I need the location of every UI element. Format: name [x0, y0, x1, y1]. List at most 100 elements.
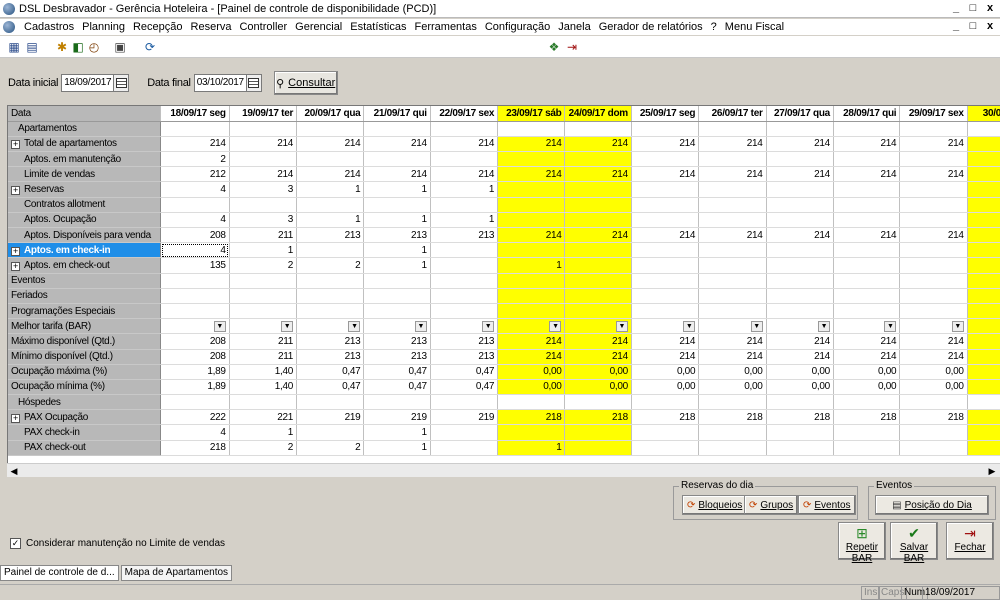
grid-cell[interactable] — [363, 288, 431, 304]
grid-cell[interactable]: 0,00 — [497, 364, 566, 380]
grid-cell[interactable] — [833, 197, 901, 213]
grid-cell[interactable]: 214 — [497, 136, 566, 153]
chevron-down-icon[interactable]: ▼ — [615, 320, 628, 332]
grid-cell[interactable] — [967, 181, 1000, 198]
grid-cell[interactable] — [833, 288, 901, 304]
grid-cell[interactable] — [564, 197, 632, 213]
maintenance-check-row[interactable]: ✓ Considerar manutenção no Limite de ven… — [10, 538, 225, 549]
grid-cell[interactable] — [497, 288, 566, 304]
grid-cell[interactable] — [698, 288, 767, 304]
maintenance-checkbox[interactable]: ✓ — [10, 538, 21, 549]
grid-cell[interactable]: 0,00 — [766, 364, 834, 380]
grid-cell[interactable] — [631, 288, 700, 304]
report-icon[interactable]: ▣ — [112, 39, 128, 55]
grid-cell[interactable] — [296, 288, 365, 304]
grid-cell[interactable] — [899, 197, 968, 213]
bar-rate-select[interactable]: ▼ — [766, 318, 834, 335]
grid-cell[interactable] — [766, 424, 834, 441]
grid-cell[interactable] — [631, 212, 700, 229]
grid-column-header[interactable]: 27/09/17 qua — [766, 106, 834, 122]
grid-cell[interactable]: 1 — [363, 242, 431, 259]
grid-cell[interactable] — [967, 409, 1000, 426]
grid-cell[interactable] — [631, 181, 700, 198]
grid-cell[interactable]: 1 — [229, 242, 298, 259]
grid-cell[interactable]: 2 — [229, 257, 298, 274]
grid-cell[interactable]: 214 — [564, 349, 632, 365]
refresh-icon[interactable]: ⟳ — [142, 39, 158, 55]
table-row[interactable]: + PAX Ocupação 222 221 219 219 219 218 218 218 218… — [8, 409, 1000, 426]
chevron-down-icon[interactable]: ▼ — [951, 320, 964, 332]
grid-cell[interactable] — [631, 303, 700, 320]
menu-planning[interactable]: Planning — [78, 21, 129, 33]
grid-cell[interactable] — [833, 257, 901, 274]
grid-column-header[interactable]: 20/09/17 qua — [296, 106, 365, 122]
grid-cell[interactable]: 214 — [497, 227, 566, 244]
grid-cell[interactable] — [698, 212, 767, 229]
grid-cell[interactable] — [833, 151, 901, 168]
grid-cell[interactable] — [899, 303, 968, 320]
grid-cell[interactable]: 0,47 — [296, 364, 365, 380]
grid-cell[interactable] — [967, 242, 1000, 259]
grid-cell[interactable]: 214 — [229, 136, 298, 153]
grid-cell[interactable]: 214 — [363, 136, 431, 153]
grupos-button[interactable]: ⟳ Grupos — [744, 495, 799, 515]
grid-cell[interactable]: 222 — [160, 409, 230, 426]
grid-cell[interactable]: 1,40 — [229, 379, 298, 396]
grid-cell[interactable]: 1 — [296, 181, 365, 198]
grid-cell[interactable]: 2 — [296, 257, 365, 274]
grid-cell[interactable] — [296, 197, 365, 213]
table-row[interactable]: PAX check-out 218 2 2 1 1 — [8, 440, 1000, 456]
grid-cell[interactable]: 218 — [564, 409, 632, 426]
doc-close-button[interactable]: x — [982, 19, 998, 34]
grid-cell[interactable]: 213 — [296, 349, 365, 365]
grid-cell[interactable] — [229, 151, 298, 168]
grid-cell[interactable] — [967, 303, 1000, 320]
bar-rate-select[interactable]: ▼ — [296, 318, 365, 335]
grid-cell[interactable]: 213 — [363, 349, 431, 365]
clock-icon[interactable]: ◴ — [86, 39, 102, 55]
grid-cell[interactable]: 0,00 — [833, 364, 901, 380]
grid-column-header[interactable]: 24/09/17 dom — [564, 106, 632, 122]
grid-cell[interactable] — [967, 257, 1000, 274]
grid-cell[interactable] — [833, 273, 901, 289]
grid-cell[interactable] — [631, 273, 700, 289]
grid-cell[interactable]: 219 — [296, 409, 365, 426]
bar-rate-select[interactable]: ▼ — [497, 318, 566, 335]
grid-cell[interactable] — [766, 212, 834, 229]
grid-cell[interactable] — [899, 440, 968, 456]
grid-cell[interactable]: 214 — [833, 136, 901, 153]
grid-cell[interactable]: 4 — [160, 212, 230, 229]
grid-cell[interactable] — [899, 257, 968, 274]
table-row[interactable]: Hóspedes — [8, 394, 1000, 411]
table-row[interactable]: Mínimo disponível (Qtd.) 208 211 213 213 213 2… — [8, 349, 1000, 365]
grid-cell[interactable] — [899, 242, 968, 259]
grid-cell[interactable] — [564, 288, 632, 304]
grid-cell[interactable] — [766, 288, 834, 304]
menu-janela[interactable]: Janela — [554, 21, 594, 33]
grid-cell[interactable] — [899, 181, 968, 198]
grid-cell[interactable]: 208 — [160, 333, 230, 350]
grid-cell[interactable]: 1 — [363, 424, 431, 441]
grid-cell[interactable]: 2 — [296, 440, 365, 456]
document-icon[interactable] — [3, 21, 15, 33]
grid-cell[interactable] — [631, 257, 700, 274]
grid-cell[interactable] — [229, 288, 298, 304]
grid-cell[interactable] — [160, 273, 230, 289]
grid-cell[interactable]: 214 — [564, 166, 632, 183]
network-icon[interactable]: ❖ — [546, 39, 562, 55]
grid-cell[interactable]: 214 — [296, 136, 365, 153]
grid-cell[interactable] — [497, 181, 566, 198]
chevron-down-icon[interactable]: ▼ — [213, 320, 226, 332]
grid-cell[interactable] — [430, 288, 499, 304]
grid-cell[interactable] — [497, 212, 566, 229]
grid-cell[interactable] — [967, 440, 1000, 456]
consult-button[interactable]: ⚲ Consultar — [273, 71, 338, 95]
grid-cell[interactable] — [967, 136, 1000, 153]
grid-cell[interactable] — [229, 197, 298, 213]
grid-cell[interactable] — [833, 181, 901, 198]
grid-cell[interactable]: 213 — [430, 227, 499, 244]
grid-cell[interactable]: 1 — [497, 440, 566, 456]
grid-cell[interactable]: 214 — [497, 349, 566, 365]
grid-cell[interactable] — [698, 440, 767, 456]
grid-cell[interactable]: 214 — [899, 333, 968, 350]
